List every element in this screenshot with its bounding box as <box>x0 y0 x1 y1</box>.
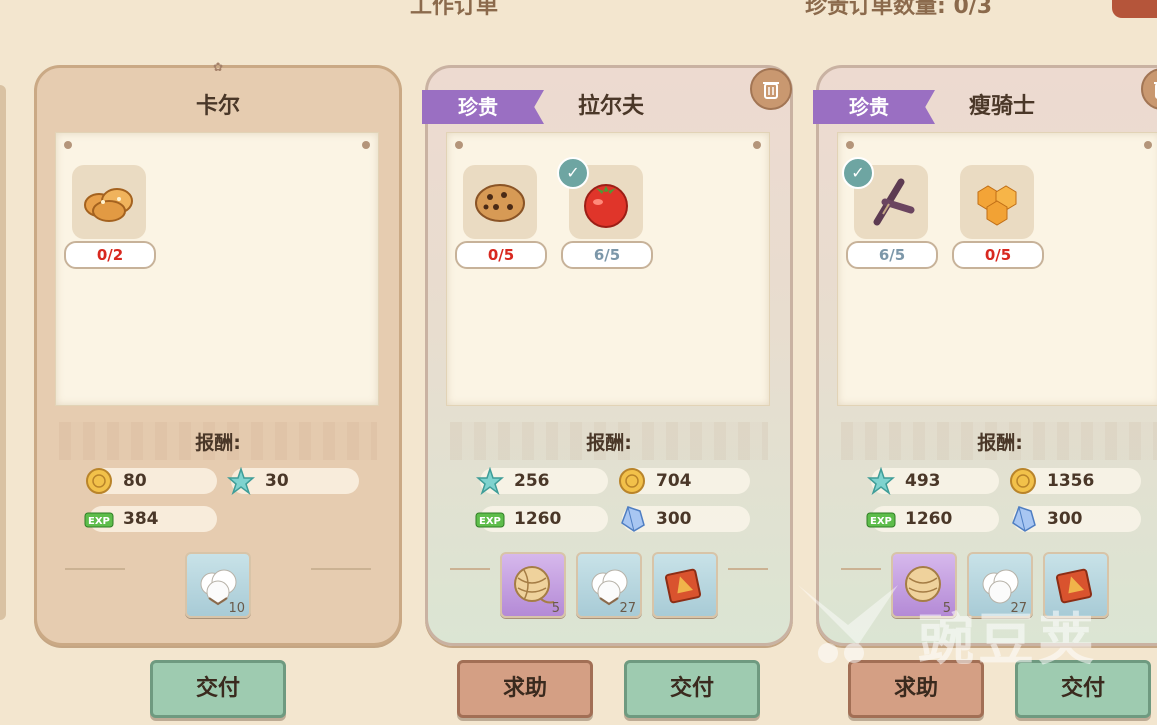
reward-star: 256 <box>476 467 608 495</box>
gold-coin-icon <box>1007 465 1039 497</box>
order-paper: ✓ 6/5 0/5 <box>837 132 1157 406</box>
reward-exp: EXP 1260 <box>475 506 608 532</box>
watermark: 豌豆荚 <box>788 565 1128 675</box>
divider <box>65 568 125 570</box>
exp-icon: EXP <box>865 503 897 535</box>
pin-icon <box>455 141 463 149</box>
reward-exp: EXP 384 <box>84 506 217 532</box>
divider <box>450 568 490 570</box>
trash-icon[interactable] <box>750 68 792 110</box>
reward-item-count: 5 <box>551 601 560 616</box>
gold-coin-icon <box>83 465 115 497</box>
star-icon <box>865 465 897 497</box>
order-paper: 0/5 ✓ 6/5 <box>446 132 770 406</box>
required-item[interactable]: 0/5 <box>455 165 547 277</box>
pin-icon <box>64 141 72 149</box>
star-icon <box>474 465 506 497</box>
watermark-logo-icon <box>798 585 898 663</box>
item-count: 6/5 <box>561 241 653 269</box>
reward-item-book[interactable] <box>652 552 718 618</box>
divider <box>728 568 768 570</box>
pin-icon <box>362 141 370 149</box>
pin-icon <box>846 141 854 149</box>
orders-header-title: 工作订单 <box>410 0 499 19</box>
reward-value: 80 <box>123 471 147 491</box>
gold-coin-icon <box>616 465 648 497</box>
required-item[interactable]: ✓ 6/5 <box>842 157 938 277</box>
honeycomb-icon <box>960 165 1034 239</box>
reward-gold: 1356 <box>1010 468 1141 494</box>
reward-value: 300 <box>1047 509 1083 529</box>
reward-exp: EXP 1260 <box>866 506 999 532</box>
reward-item-cotton[interactable]: 27 <box>576 552 642 618</box>
exp-icon: EXP <box>474 503 506 535</box>
divider <box>311 568 371 570</box>
required-item[interactable]: ✓ 6/5 <box>557 157 653 277</box>
reward-gold: 704 <box>619 468 750 494</box>
reward-value: 300 <box>656 509 692 529</box>
close-corner-button[interactable] <box>1112 0 1157 18</box>
reward-item-count: 27 <box>619 601 636 616</box>
deliver-button[interactable]: 交付 <box>624 660 760 718</box>
check-icon: ✓ <box>557 157 589 189</box>
svg-text:EXP: EXP <box>88 516 110 527</box>
reward-value: 493 <box>905 471 941 491</box>
order-card-karl[interactable]: ✿ 卡尔 0/2 报酬: 80 30 EXP 384 10 <box>34 60 402 646</box>
previous-card-edge[interactable] <box>0 85 6 620</box>
star-icon <box>225 465 257 497</box>
reward-title: 报酬: <box>195 432 241 454</box>
required-item[interactable]: 0/2 <box>64 165 156 277</box>
check-icon: ✓ <box>842 157 874 189</box>
deliver-button[interactable]: 交付 <box>150 660 286 718</box>
item-count: 0/5 <box>952 241 1044 269</box>
item-count: 0/5 <box>455 241 547 269</box>
top-bar: 工作订单 珍贵订单数量: 0/3 <box>0 0 1157 40</box>
cookie-icon <box>463 165 537 239</box>
reward-value: 1260 <box>905 509 953 529</box>
book-icon <box>654 554 716 616</box>
reward-item-cotton[interactable]: 10 <box>185 552 251 618</box>
rare-order-count: 珍贵订单数量: 0/3 <box>805 0 993 19</box>
watermark-text: 豌豆荚 <box>918 608 1098 673</box>
rare-tag: 珍贵 <box>813 90 935 124</box>
reward-crystal: 300 <box>1012 506 1141 532</box>
item-count: 0/2 <box>64 241 156 269</box>
pin-icon <box>1144 141 1152 149</box>
rare-tag: 珍贵 <box>422 90 544 124</box>
pin-icon <box>753 141 761 149</box>
reward-item-count: 10 <box>228 601 245 616</box>
bread-icon <box>72 165 146 239</box>
reward-crystal: 300 <box>621 506 750 532</box>
order-card-thin-knight[interactable]: 珍贵 瘦骑士 ✓ 6/5 0/5 报酬: 493 1356 EXP 1260 3… <box>813 65 1157 646</box>
svg-text:EXP: EXP <box>479 516 501 527</box>
customer-name: 拉尔夫 <box>578 94 645 119</box>
reward-item-yarn[interactable]: 5 <box>500 552 566 618</box>
reward-gold: 80 <box>86 468 217 494</box>
reward-value: 256 <box>514 471 550 491</box>
reward-title: 报酬: <box>586 432 632 454</box>
reward-star: 30 <box>227 467 359 495</box>
required-item[interactable]: 0/5 <box>952 165 1044 277</box>
reward-title: 报酬: <box>977 432 1023 454</box>
reward-value: 30 <box>265 471 289 491</box>
reward-value: 384 <box>123 509 159 529</box>
order-paper: 0/2 <box>55 132 379 406</box>
crystal-icon <box>616 503 648 535</box>
reward-value: 704 <box>656 471 692 491</box>
help-button[interactable]: 求助 <box>457 660 593 718</box>
item-count: 6/5 <box>846 241 938 269</box>
reward-value: 1260 <box>514 509 562 529</box>
reward-star: 493 <box>867 467 999 495</box>
card-ornament-icon: ✿ <box>212 60 224 74</box>
crystal-icon <box>1007 503 1039 535</box>
svg-text:EXP: EXP <box>870 516 892 527</box>
exp-icon: EXP <box>83 503 115 535</box>
customer-name: 卡尔 <box>195 94 240 119</box>
customer-name: 瘦骑士 <box>969 94 1036 119</box>
reward-value: 1356 <box>1047 471 1095 491</box>
trash-icon[interactable] <box>1141 68 1157 110</box>
order-card-ralph[interactable]: 珍贵 拉尔夫 0/5 ✓ 6/5 报酬: 256 704 EXP 1260 30… <box>422 65 793 646</box>
